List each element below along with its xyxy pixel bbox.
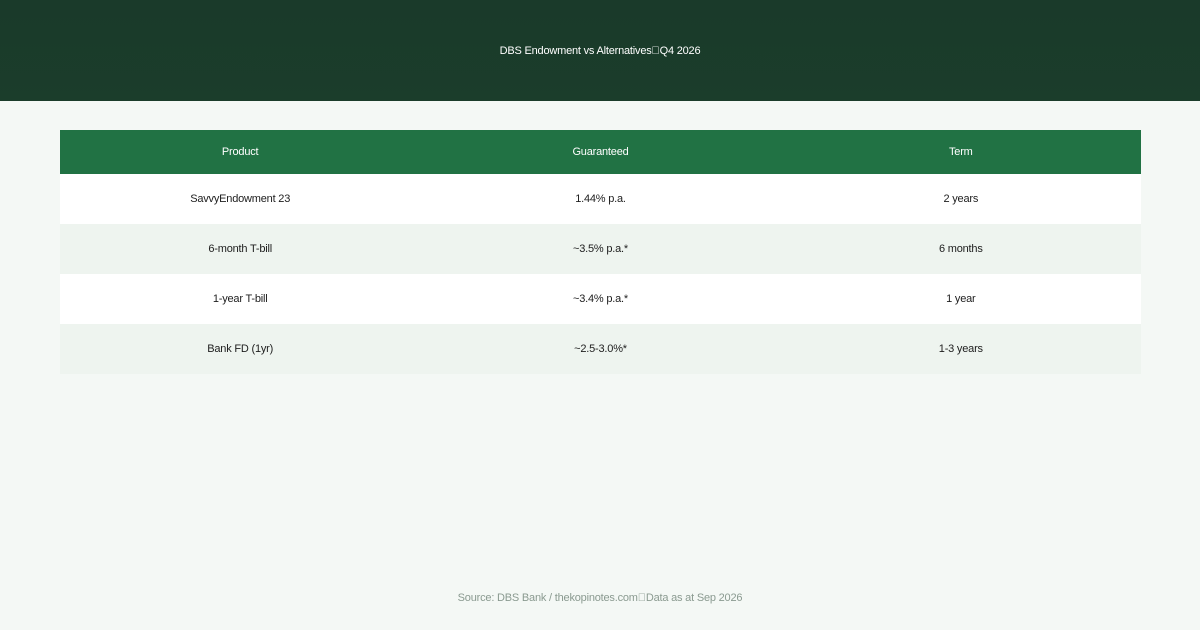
page-title: DBS Endowment vs Alternatives Q4 2026	[499, 44, 701, 57]
cell-term: 1-3 years	[938, 343, 983, 355]
column-header-term: Term	[948, 146, 973, 158]
column-header-product: Product	[221, 146, 259, 158]
cell-product: 6-month T-bill	[208, 243, 272, 255]
source-footnote: Source: DBS Bank / thekopinotes.com Data…	[457, 592, 743, 604]
table-header-row: Product Guaranteed Term	[60, 130, 1141, 174]
column-header-guaranteed: Guaranteed	[572, 146, 629, 158]
cell-term: 6 months	[938, 243, 983, 255]
comparison-table: Product Guaranteed Term SavvyEndowment 2…	[60, 130, 1141, 374]
table-row: 6-month T-bill ~3.5% p.a.* 6 months	[60, 224, 1141, 274]
cell-term: 2 years	[943, 193, 979, 205]
cell-product: 1-year T-bill	[212, 293, 268, 305]
cell-guaranteed: 1.44% p.a.	[575, 193, 626, 205]
page-header: DBS Endowment vs Alternatives Q4 2026	[0, 0, 1200, 101]
cell-product: SavvyEndowment 23	[190, 193, 291, 205]
table-row: 1-year T-bill ~3.4% p.a.* 1 year	[60, 274, 1141, 324]
table-row: Bank FD (1yr) ~2.5-3.0%* 1-3 years	[60, 324, 1141, 374]
cell-guaranteed: ~2.5-3.0%*	[574, 343, 627, 355]
cell-guaranteed: ~3.4% p.a.*	[573, 293, 628, 305]
cell-product: Bank FD (1yr)	[207, 343, 274, 355]
cell-guaranteed: ~3.5% p.a.*	[573, 243, 628, 255]
table-row: SavvyEndowment 23 1.44% p.a. 2 years	[60, 174, 1141, 224]
cell-term: 1 year	[946, 293, 976, 305]
